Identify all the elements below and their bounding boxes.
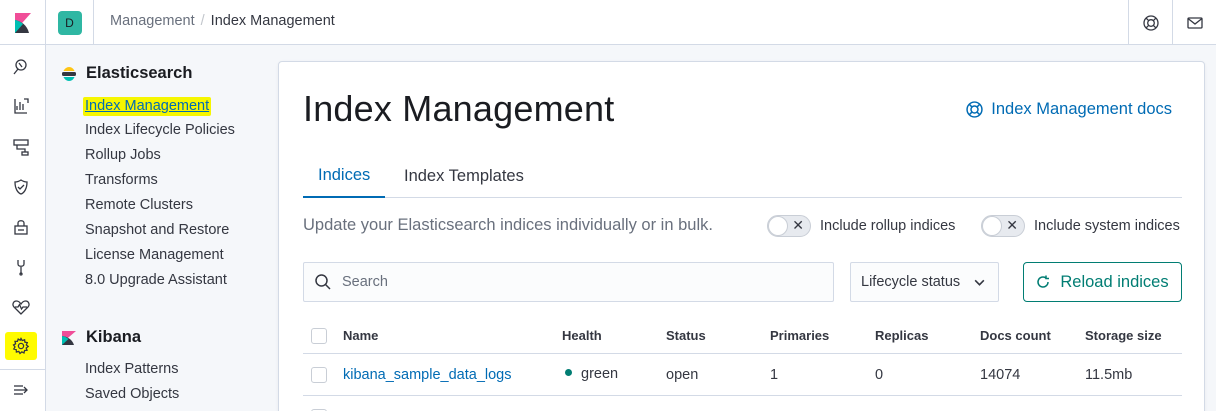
search-placeholder: Search	[342, 274, 388, 290]
column-header-docs-count[interactable]: Docs count	[980, 328, 1051, 343]
sidenav-index-management[interactable]: Index Management	[83, 97, 212, 116]
collapse-menu-icon[interactable]	[9, 378, 33, 402]
column-header-storage-size[interactable]: Storage size	[1085, 328, 1162, 343]
kibana-logo-button[interactable]	[0, 0, 46, 45]
index-management-panel: Index Management Index Management docs I…	[278, 61, 1205, 411]
refresh-icon	[1036, 275, 1050, 289]
index-management-docs-link[interactable]: Index Management docs	[966, 100, 1172, 119]
help-icon	[966, 101, 983, 118]
column-header-primaries[interactable]: Primaries	[770, 328, 829, 343]
elasticsearch-title: Elasticsearch	[86, 64, 193, 82]
column-header-replicas[interactable]: Replicas	[875, 328, 928, 343]
status-cell: open	[666, 367, 699, 383]
management-sidenav: Elasticsearch Index Management Index Lif…	[46, 45, 278, 411]
elasticsearch-section-title: Elasticsearch	[62, 64, 192, 83]
sidenav-transforms[interactable]: Transforms	[85, 172, 158, 188]
include-system-toggle[interactable]: ✕ Include system indices	[981, 215, 1180, 237]
breadcrumb-separator: /	[200, 13, 205, 29]
sidenav-remote-clusters[interactable]: Remote Clusters	[85, 197, 193, 213]
rollup-switch[interactable]: ✕	[767, 215, 811, 237]
sidenav-index-patterns[interactable]: Index Patterns	[85, 361, 179, 377]
index-name-link[interactable]: kibana_sample_data_logs	[343, 367, 512, 383]
docs-link-label: Index Management docs	[991, 100, 1172, 118]
help-icon	[1142, 14, 1159, 31]
visualize-icon[interactable]	[9, 94, 33, 118]
system-switch[interactable]: ✕	[981, 215, 1025, 237]
reload-indices-label: Reload indices	[1060, 272, 1169, 291]
table-row: kibana_sample_data_logs green open 1 0 1…	[303, 354, 1182, 396]
column-header-name[interactable]: Name	[343, 328, 378, 343]
health-cell: green	[565, 366, 618, 382]
reload-indices-button[interactable]: Reload indices	[1023, 262, 1182, 302]
nav-divider	[0, 369, 45, 370]
include-rollup-label: Include rollup indices	[820, 218, 956, 234]
switch-knob	[768, 216, 788, 236]
lifecycle-status-label: Lifecycle status	[861, 274, 961, 290]
app-icon-nav	[0, 45, 46, 411]
mail-icon	[1186, 16, 1203, 29]
column-header-status[interactable]: Status	[666, 328, 706, 343]
breadcrumb: Management / Index Management	[110, 13, 335, 29]
space-selector[interactable]: D	[46, 0, 94, 45]
storage-size-cell: 11.5mb	[1085, 367, 1133, 383]
kibana-logo-icon	[14, 12, 31, 33]
include-rollup-toggle[interactable]: ✕ Include rollup indices	[767, 215, 955, 237]
lifecycle-status-select[interactable]: Lifecycle status	[850, 262, 999, 302]
space-avatar: D	[57, 10, 82, 35]
table-header: Name Health Status Primaries Replicas Do…	[303, 318, 1182, 354]
elasticsearch-logo-icon	[62, 66, 76, 81]
newsfeed-button[interactable]	[1172, 0, 1216, 45]
health-status-dot-icon	[565, 369, 572, 376]
top-header: D Management / Index Management	[0, 0, 1216, 45]
breadcrumb-current: Index Management	[210, 13, 335, 29]
sidenav-rollup-jobs[interactable]: Rollup Jobs	[85, 147, 161, 163]
page-description: Update your Elasticsearch indices indivi…	[303, 216, 713, 234]
switch-knob	[982, 216, 1002, 236]
primaries-cell: 1	[770, 367, 779, 383]
monitoring-icon[interactable]	[9, 295, 33, 319]
sidenav-index-lifecycle-policies[interactable]: Index Lifecycle Policies	[85, 122, 235, 138]
kibana-section-title: Kibana	[62, 328, 141, 347]
kibana-title: Kibana	[86, 328, 142, 346]
kibana-section-logo-icon	[62, 330, 76, 345]
sidenav-upgrade-assistant[interactable]: 8.0 Upgrade Assistant	[85, 272, 227, 288]
replicas-cell: 0	[875, 367, 884, 383]
column-header-health[interactable]: Health	[562, 328, 602, 343]
chevron-down-icon	[973, 276, 986, 289]
tab-index-templates[interactable]: Index Templates	[404, 154, 524, 198]
switch-off-icon: ✕	[792, 217, 804, 233]
dev-tools-icon[interactable]	[9, 255, 33, 279]
breadcrumb-management[interactable]: Management	[110, 13, 195, 29]
sidenav-snapshot-and-restore[interactable]: Snapshot and Restore	[85, 222, 229, 238]
siem-icon[interactable]	[9, 175, 33, 199]
canvas-icon[interactable]	[9, 135, 33, 159]
health-value: green	[581, 366, 619, 382]
search-input[interactable]: Search	[303, 262, 834, 302]
management-gear-icon[interactable]	[5, 332, 37, 360]
discover-icon[interactable]	[9, 55, 33, 79]
page-title: Index Management	[303, 88, 615, 129]
include-system-label: Include system indices	[1034, 218, 1180, 234]
search-icon	[314, 273, 332, 291]
select-all-checkbox[interactable]	[311, 328, 327, 344]
switch-off-icon: ✕	[1006, 217, 1018, 233]
security-icon[interactable]	[9, 215, 33, 239]
row-checkbox[interactable]	[311, 367, 327, 383]
sidenav-license-management[interactable]: License Management	[85, 247, 224, 263]
sidenav-saved-objects[interactable]: Saved Objects	[85, 386, 179, 402]
docs-count-cell: 14074	[980, 367, 1021, 383]
tab-indices[interactable]: Indices	[303, 154, 386, 198]
help-button[interactable]	[1128, 0, 1172, 45]
tabs: Indices Index Templates	[303, 154, 1182, 198]
table-row-partial	[303, 396, 1182, 411]
